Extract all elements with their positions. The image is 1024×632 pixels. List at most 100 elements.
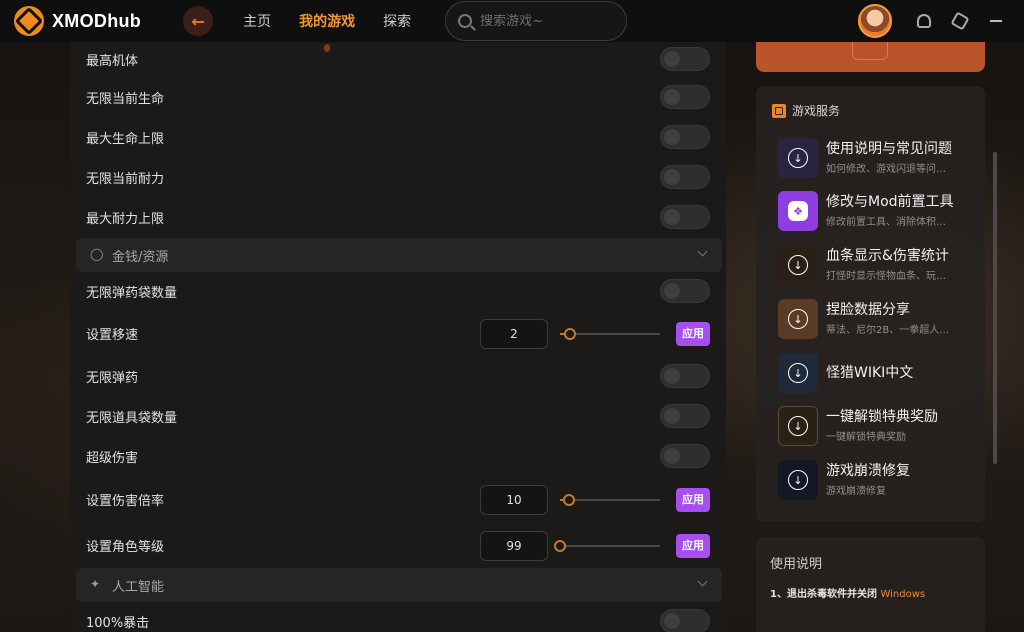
cheat-row: 100%暴击 <box>70 601 726 632</box>
nav-home[interactable]: 主页 <box>243 11 271 31</box>
cheat-toggle[interactable] <box>660 404 710 428</box>
app-logo[interactable]: XMODhub <box>14 6 141 36</box>
usage-step: 1、退出杀毒软件并关闭 Windows <box>770 585 925 600</box>
usage-title: 使用说明 <box>770 557 823 572</box>
cheat-toggle[interactable] <box>660 165 710 189</box>
service-thumb: ↓ <box>778 299 818 339</box>
window-controls <box>858 0 1024 42</box>
download-icon: ↓ <box>788 470 808 490</box>
search-input[interactable] <box>480 13 611 29</box>
service-thumb: ↓ <box>778 245 818 285</box>
service-item[interactable]: ↓ 血条显示&伤害统计 打怪时显示怪物血条、玩… <box>778 243 978 287</box>
download-icon: ↓ <box>788 255 808 275</box>
apply-button[interactable]: 应用 <box>676 488 710 512</box>
service-item[interactable]: ↓ 游戏崩溃修复 游戏崩溃修复 <box>778 458 978 502</box>
logo-icon <box>14 6 44 36</box>
download-icon: ↓ <box>788 148 808 168</box>
usage-panel: 使用说明 1、退出杀毒软件并关闭 Windows <box>756 537 985 632</box>
cheat-row: 无限当前生命 <box>70 77 726 117</box>
cheat-row: 无限当前耐力 <box>70 157 726 197</box>
service-name: 使用说明与常见问题 <box>826 141 952 157</box>
cheat-toggle[interactable] <box>660 279 710 303</box>
cheat-label: 无限当前耐力 <box>86 171 165 187</box>
section-label: 金钱/资源 <box>112 250 169 265</box>
cheat-toggle[interactable] <box>660 444 710 468</box>
cheat-toggle[interactable] <box>660 609 710 632</box>
service-item[interactable]: ↓ 怪猎WIKI中文 <box>778 351 978 395</box>
minimize-icon[interactable] <box>988 13 1004 29</box>
cheat-row: 无限弹药袋数量 <box>70 271 726 311</box>
cheat-label: 设置伤害倍率 <box>86 493 165 509</box>
cube-icon <box>772 103 786 118</box>
service-desc: 修改前置工具、消除体积… <box>826 217 946 228</box>
apply-button[interactable]: 应用 <box>676 322 710 346</box>
service-name: 血条显示&伤害统计 <box>826 248 949 264</box>
service-item[interactable]: ↓ 捏脸数据分享 蒂法、尼尔2B、一拳超人… <box>778 297 978 341</box>
services-scrollbar[interactable] <box>993 152 997 464</box>
usage-step-highlight: Windows <box>880 589 926 600</box>
usage-step-text: 1、退出杀毒软件并关闭 <box>770 589 877 600</box>
chevron-down-icon <box>697 246 708 257</box>
back-arrow-icon[interactable]: ← <box>183 6 214 36</box>
cheat-row: 最大耐力上限 <box>70 197 726 237</box>
service-thumb: ↓ <box>778 138 818 178</box>
services-title: 游戏服务 <box>772 102 840 119</box>
launch-game-button[interactable] <box>756 42 985 72</box>
nav-my-games[interactable]: 我的游戏 <box>299 11 355 31</box>
cheat-label: 无限当前生命 <box>86 91 165 107</box>
cheat-row: 设置伤害倍率 10 应用 <box>70 479 726 519</box>
cheat-toggle[interactable] <box>660 364 710 388</box>
service-item[interactable]: ↓ 使用说明与常见问题 如何修改、游戏闪退等问… <box>778 136 978 180</box>
cheat-row: 设置移速 2 应用 <box>70 313 726 353</box>
cheat-label: 最大耐力上限 <box>86 211 165 227</box>
cheat-row: 设置角色等级 99 应用 <box>70 525 726 565</box>
cheat-toggle[interactable] <box>660 205 710 229</box>
service-thumb: ↓ <box>778 406 818 446</box>
cheat-label: 最大生命上限 <box>86 131 165 147</box>
search-icon <box>458 14 473 28</box>
mod-tool-icon: ❖ <box>788 201 808 221</box>
nav-explore[interactable]: 探索 <box>383 11 411 31</box>
cheat-row: 超级伤害 <box>70 436 726 476</box>
service-thumb: ❖ <box>778 191 818 231</box>
cheat-row: 最高机体 <box>70 42 726 79</box>
search-box[interactable] <box>445 1 628 41</box>
cheat-label: 设置移速 <box>86 327 139 343</box>
settings-gear-icon[interactable] <box>950 11 970 31</box>
cheat-toggle[interactable] <box>660 47 710 71</box>
speed-slider[interactable] <box>560 328 660 340</box>
cheat-label: 无限弹药 <box>86 370 139 386</box>
service-desc: 游戏崩溃修复 <box>826 486 886 497</box>
service-name: 修改与Mod前置工具 <box>826 194 954 210</box>
service-thumb: ↓ <box>778 460 818 500</box>
level-slider[interactable] <box>554 540 660 552</box>
section-header-money[interactable]: ◯ 金钱/资源 <box>76 238 722 272</box>
cheat-list-panel: 最高机体 无限当前生命 最大生命上限 无限当前耐力 最大耐力上限 ◯ 金钱/资源… <box>70 42 726 632</box>
main-nav: 主页 我的游戏 探索 <box>243 11 411 31</box>
avatar[interactable] <box>858 4 892 38</box>
section-header-ai[interactable]: ✦ 人工智能 <box>76 568 722 602</box>
damage-slider[interactable] <box>560 494 660 506</box>
notification-bell-icon[interactable] <box>916 13 932 29</box>
apply-button[interactable]: 应用 <box>676 534 710 558</box>
speed-value-input[interactable]: 2 <box>480 319 548 349</box>
download-icon: ↓ <box>788 416 808 436</box>
section-label: 人工智能 <box>112 580 165 595</box>
cheat-row: 无限道具袋数量 <box>70 396 726 436</box>
download-icon: ↓ <box>788 363 808 383</box>
service-item[interactable]: ↓ 一键解锁特典奖励 一键解锁特典奖励 <box>778 404 978 448</box>
cheat-toggle[interactable] <box>660 125 710 149</box>
ember-decoration <box>324 44 330 52</box>
level-value-input[interactable]: 99 <box>480 531 548 561</box>
download-icon: ↓ <box>788 309 808 329</box>
cheat-label: 无限弹药袋数量 <box>86 285 178 301</box>
cheat-row: 最大生命上限 <box>70 117 726 157</box>
service-name: 捏脸数据分享 <box>826 302 910 318</box>
cheat-label: 超级伤害 <box>86 450 139 466</box>
service-name: 一键解锁特典奖励 <box>826 409 938 425</box>
cheat-label: 100%暴击 <box>86 615 150 631</box>
cheat-toggle[interactable] <box>660 85 710 109</box>
damage-multiplier-input[interactable]: 10 <box>480 485 548 515</box>
service-item[interactable]: ❖ 修改与Mod前置工具 修改前置工具、消除体积… <box>778 189 978 233</box>
cheat-label: 最高机体 <box>86 53 139 69</box>
